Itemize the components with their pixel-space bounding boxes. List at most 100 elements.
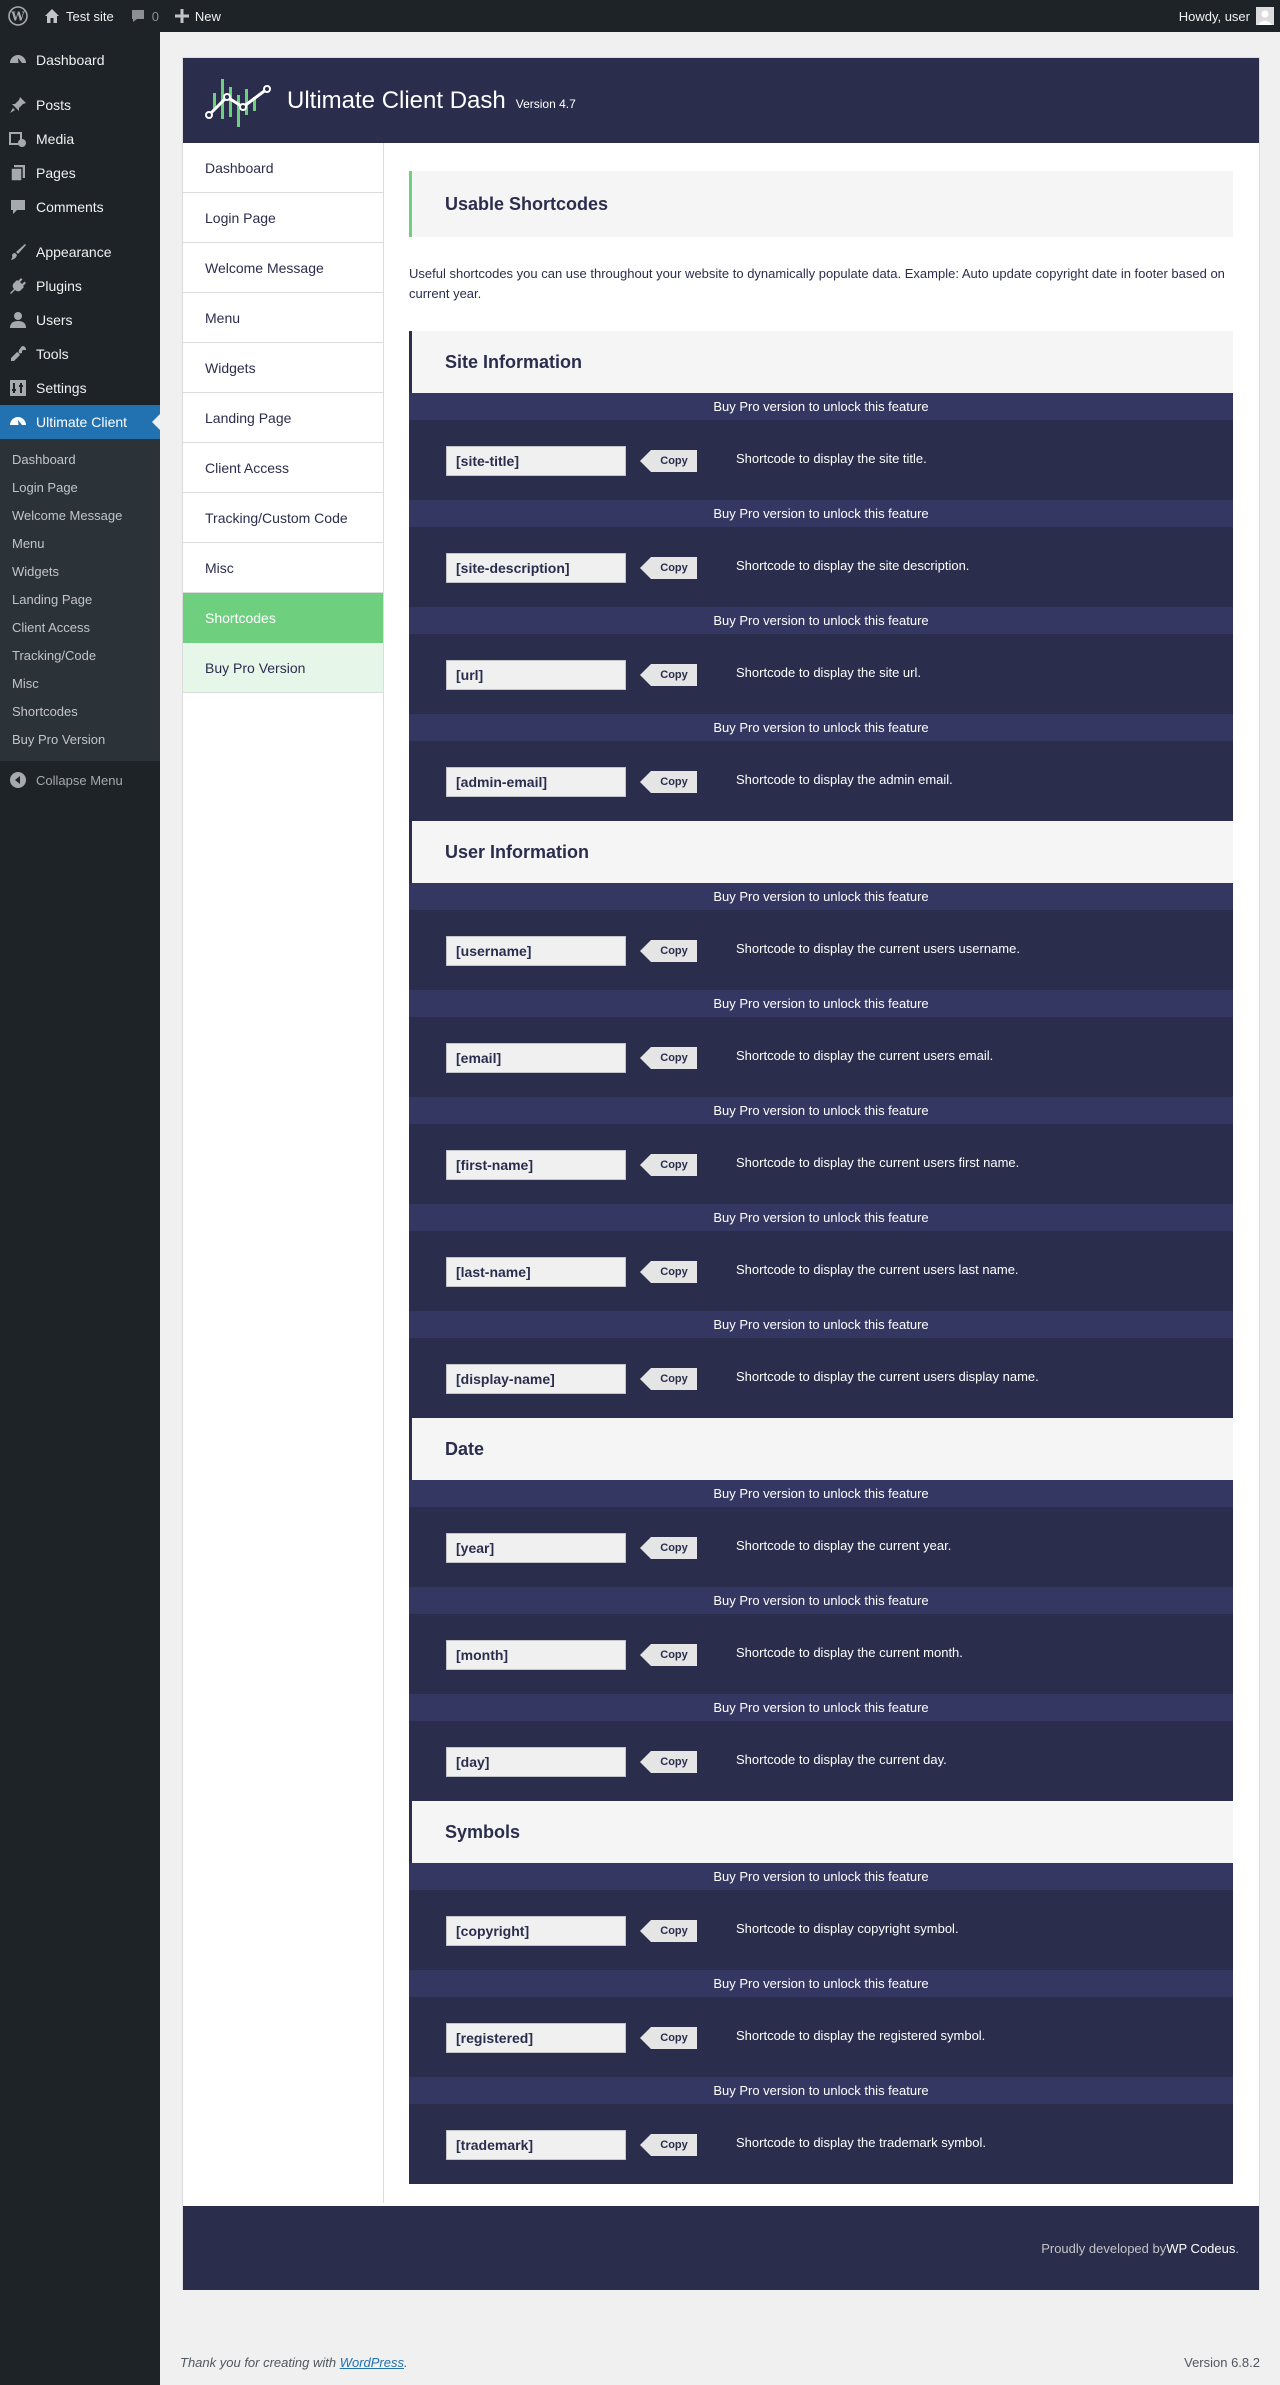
shortcode-field[interactable]: [email] [446,1043,626,1073]
submenu-widgets[interactable]: Widgets [0,558,160,586]
wp-logo-menu[interactable]: W [0,0,36,32]
shortcode-row: Buy Pro version to unlock this feature [… [409,1097,1233,1204]
my-account-menu[interactable]: Howdy, user [1171,0,1280,32]
copy-button[interactable]: Copy [640,771,697,793]
submenu-client-access[interactable]: Client Access [0,614,160,642]
submenu-shortcodes[interactable]: Shortcodes [0,698,160,726]
pro-notice[interactable]: Buy Pro version to unlock this feature [409,883,1233,910]
sidebar-item-settings[interactable]: Settings [0,371,160,405]
wp-version: Version 6.8.2 [1184,2355,1260,2370]
submenu-dashboard[interactable]: Dashboard [0,446,160,474]
submenu-login-page[interactable]: Login Page [0,474,160,502]
copy-button[interactable]: Copy [640,1261,697,1283]
comments-count: 0 [151,8,159,24]
dashboard-icon [8,412,28,432]
nav-welcome-message[interactable]: Welcome Message [183,243,383,293]
pro-notice[interactable]: Buy Pro version to unlock this feature [409,607,1233,634]
sidebar-item-ultimate-client[interactable]: Ultimate Client [0,405,160,439]
copy-button[interactable]: Copy [640,557,697,579]
wordpress-link[interactable]: WordPress [340,2355,404,2370]
site-name-menu[interactable]: Test site [36,0,122,32]
shortcode-field[interactable]: [first-name] [446,1150,626,1180]
pro-notice[interactable]: Buy Pro version to unlock this feature [409,1694,1233,1721]
plugin-nav: Dashboard Login Page Welcome Message Men… [183,143,384,2203]
copy-button[interactable]: Copy [640,1154,697,1176]
shortcode-field[interactable]: [display-name] [446,1364,626,1394]
nav-dashboard[interactable]: Dashboard [183,143,383,193]
shortcode-field[interactable]: [last-name] [446,1257,626,1287]
submenu-buy-pro[interactable]: Buy Pro Version [0,726,160,754]
pro-notice[interactable]: Buy Pro version to unlock this feature [409,1204,1233,1231]
nav-tracking-custom-code[interactable]: Tracking/Custom Code [183,493,383,543]
sidebar-item-comments[interactable]: Comments [0,190,160,224]
section-title: User Information [409,821,1233,883]
copy-button[interactable]: Copy [640,450,697,472]
shortcode-field[interactable]: [site-title] [446,446,626,476]
shortcode-description: Shortcode to display copyright symbol. [736,1921,959,1936]
sidebar-item-plugins[interactable]: Plugins [0,269,160,303]
pro-notice[interactable]: Buy Pro version to unlock this feature [409,1863,1233,1890]
submenu-landing-page[interactable]: Landing Page [0,586,160,614]
pro-notice[interactable]: Buy Pro version to unlock this feature [409,1480,1233,1507]
pro-notice[interactable]: Buy Pro version to unlock this feature [409,990,1233,1017]
shortcode-field[interactable]: [trademark] [446,2130,626,2160]
pro-notice[interactable]: Buy Pro version to unlock this feature [409,393,1233,420]
copy-button[interactable]: Copy [640,2027,697,2049]
shortcode-field[interactable]: [site-description] [446,553,626,583]
shortcode-field[interactable]: [username] [446,936,626,966]
sidebar-item-appearance[interactable]: Appearance [0,235,160,269]
sidebar-item-dashboard[interactable]: Dashboard [0,43,160,77]
copy-button[interactable]: Copy [640,664,697,686]
new-content-menu[interactable]: New [167,0,229,32]
shortcode-field[interactable]: [registered] [446,2023,626,2053]
submenu-tracking-code[interactable]: Tracking/Code [0,642,160,670]
shortcode-description: Shortcode to display the trademark symbo… [736,2135,987,2150]
copy-button[interactable]: Copy [640,1537,697,1559]
copy-button[interactable]: Copy [640,1047,697,1069]
shortcode-field[interactable]: [url] [446,660,626,690]
submenu-menu[interactable]: Menu [0,530,160,558]
shortcode-description: Shortcode to display the current day. [736,1752,947,1767]
sidebar-item-pages[interactable]: Pages [0,156,160,190]
sidebar-item-tools[interactable]: Tools [0,337,160,371]
shortcodes-content: Usable Shortcodes Useful shortcodes you … [409,171,1233,2184]
comment-icon [8,197,28,217]
copy-button[interactable]: Copy [640,1644,697,1666]
copy-button[interactable]: Copy [640,1368,697,1390]
copy-button[interactable]: Copy [640,940,697,962]
pro-notice[interactable]: Buy Pro version to unlock this feature [409,500,1233,527]
pro-notice[interactable]: Buy Pro version to unlock this feature [409,1311,1233,1338]
nav-shortcodes[interactable]: Shortcodes [183,593,383,643]
pro-notice[interactable]: Buy Pro version to unlock this feature [409,1970,1233,1997]
nav-landing-page[interactable]: Landing Page [183,393,383,443]
shortcode-field[interactable]: [copyright] [446,1916,626,1946]
submenu-welcome-message[interactable]: Welcome Message [0,502,160,530]
nav-login-page[interactable]: Login Page [183,193,383,243]
wp-codeus-link[interactable]: WP Codeus [1166,2241,1235,2256]
shortcode-field[interactable]: [admin-email] [446,767,626,797]
nav-buy-pro[interactable]: Buy Pro Version [183,643,383,693]
sidebar-item-label: Settings [36,380,87,396]
pro-notice[interactable]: Buy Pro version to unlock this feature [409,2077,1233,2104]
pro-notice[interactable]: Buy Pro version to unlock this feature [409,1587,1233,1614]
home-icon [44,8,60,24]
pro-notice[interactable]: Buy Pro version to unlock this feature [409,714,1233,741]
shortcode-field[interactable]: [day] [446,1747,626,1777]
copy-button[interactable]: Copy [640,1920,697,1942]
sidebar-item-users[interactable]: Users [0,303,160,337]
shortcode-field[interactable]: [month] [446,1640,626,1670]
nav-client-access[interactable]: Client Access [183,443,383,493]
submenu-misc[interactable]: Misc [0,670,160,698]
sidebar-item-media[interactable]: Media [0,122,160,156]
collapse-menu-button[interactable]: Collapse Menu [0,763,160,797]
nav-misc[interactable]: Misc [183,543,383,593]
nav-widgets[interactable]: Widgets [183,343,383,393]
copy-button[interactable]: Copy [640,2134,697,2156]
copy-button[interactable]: Copy [640,1751,697,1773]
shortcode-field[interactable]: [year] [446,1533,626,1563]
media-icon [8,129,28,149]
pro-notice[interactable]: Buy Pro version to unlock this feature [409,1097,1233,1124]
sidebar-item-posts[interactable]: Posts [0,88,160,122]
comments-menu[interactable]: 0 [122,0,167,32]
nav-menu[interactable]: Menu [183,293,383,343]
